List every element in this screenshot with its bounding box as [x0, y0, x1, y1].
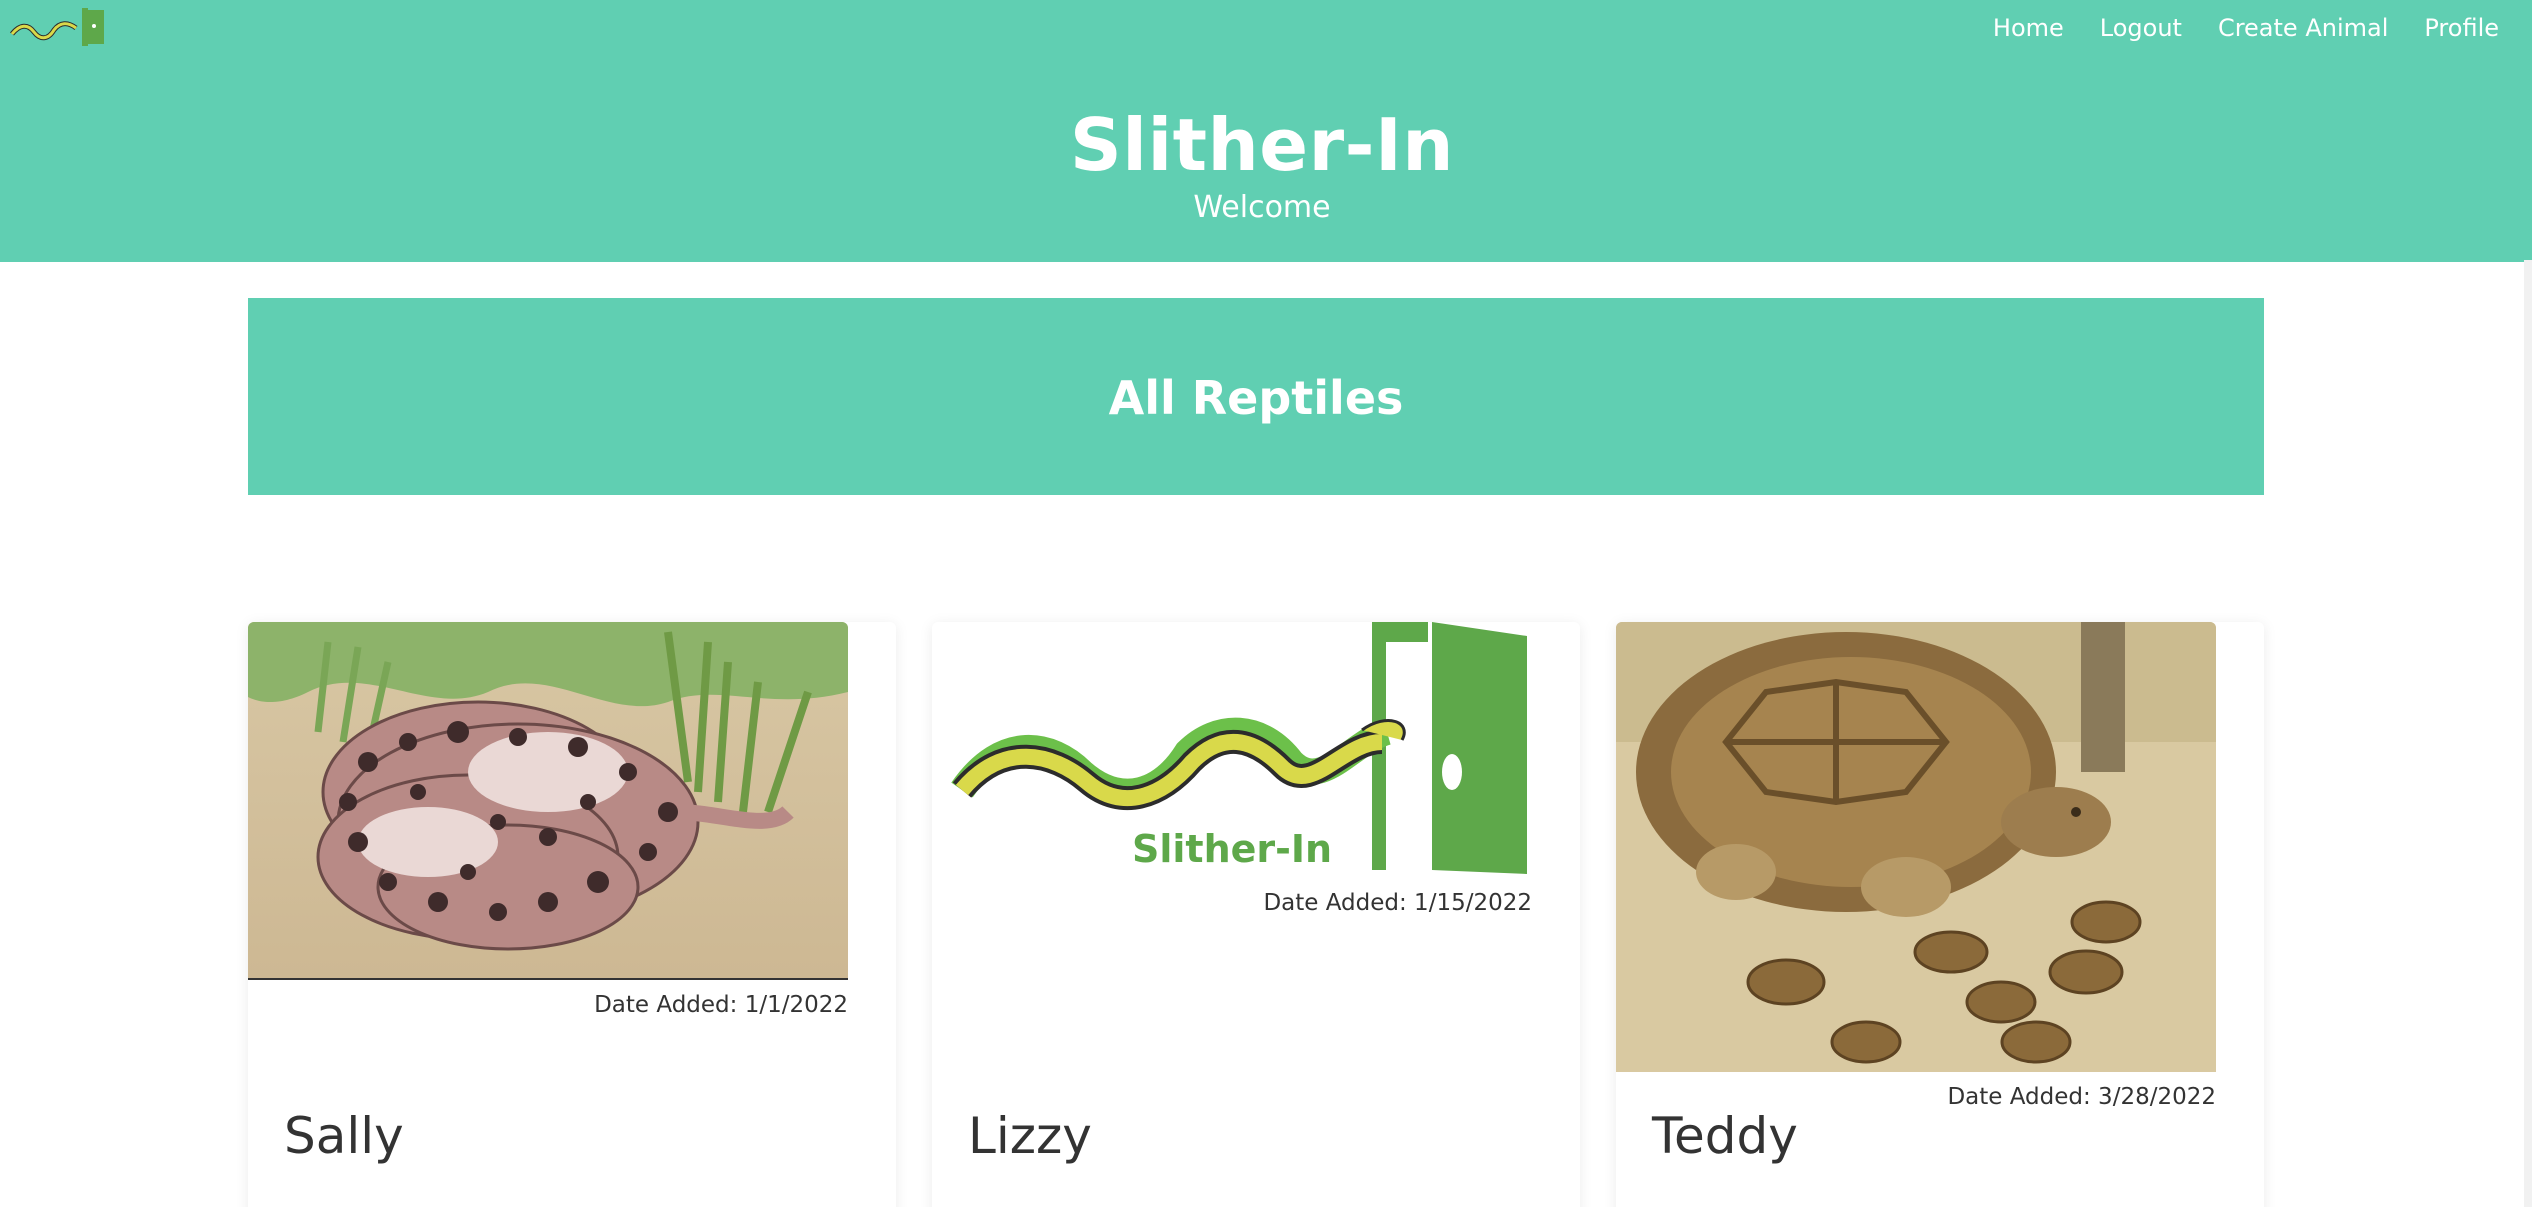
- snake-photo: [248, 622, 848, 980]
- page: Home Logout Create Animal Profile Slithe…: [0, 0, 2532, 1207]
- nav-home-link[interactable]: Home: [1993, 12, 2064, 44]
- site-header: Home Logout Create Animal Profile Slithe…: [0, 0, 2524, 262]
- animal-card[interactable]: Date Added: 1/1/2022 Sally: [248, 622, 896, 1207]
- scrollbar-thumb[interactable]: [2524, 0, 2532, 260]
- site-title: Slither-In: [1069, 103, 1455, 187]
- date-added: Date Added: 1/1/2022: [594, 992, 848, 1018]
- animal-name: Lizzy: [968, 1107, 1092, 1165]
- section-banner: All Reptiles: [248, 298, 2264, 495]
- date-added: Date Added: 1/15/2022: [1263, 890, 1532, 916]
- brand-logo[interactable]: [8, 4, 104, 48]
- animal-name: Teddy: [1652, 1107, 1798, 1165]
- nav-create-animal-link[interactable]: Create Animal: [2218, 12, 2388, 44]
- animal-card[interactable]: Slither-In Date Added: 1/15/2022 Lizzy: [932, 622, 1580, 1207]
- slither-in-logo: Slither-In: [932, 622, 1532, 882]
- top-nav: Home Logout Create Animal Profile: [1993, 12, 2499, 44]
- site-subtitle: Welcome: [1193, 190, 1331, 225]
- section-title: All Reptiles: [1108, 371, 1404, 425]
- tortoise-photo: [1616, 622, 2216, 1072]
- nav-profile-link[interactable]: Profile: [2424, 12, 2499, 44]
- logo-text: Slither-In: [1132, 827, 1332, 871]
- animal-name: Sally: [284, 1107, 404, 1165]
- date-added: Date Added: 3/28/2022: [1947, 1084, 2216, 1110]
- nav-logout-link[interactable]: Logout: [2100, 12, 2182, 44]
- animal-card[interactable]: Date Added: 3/28/2022 Teddy: [1616, 622, 2264, 1207]
